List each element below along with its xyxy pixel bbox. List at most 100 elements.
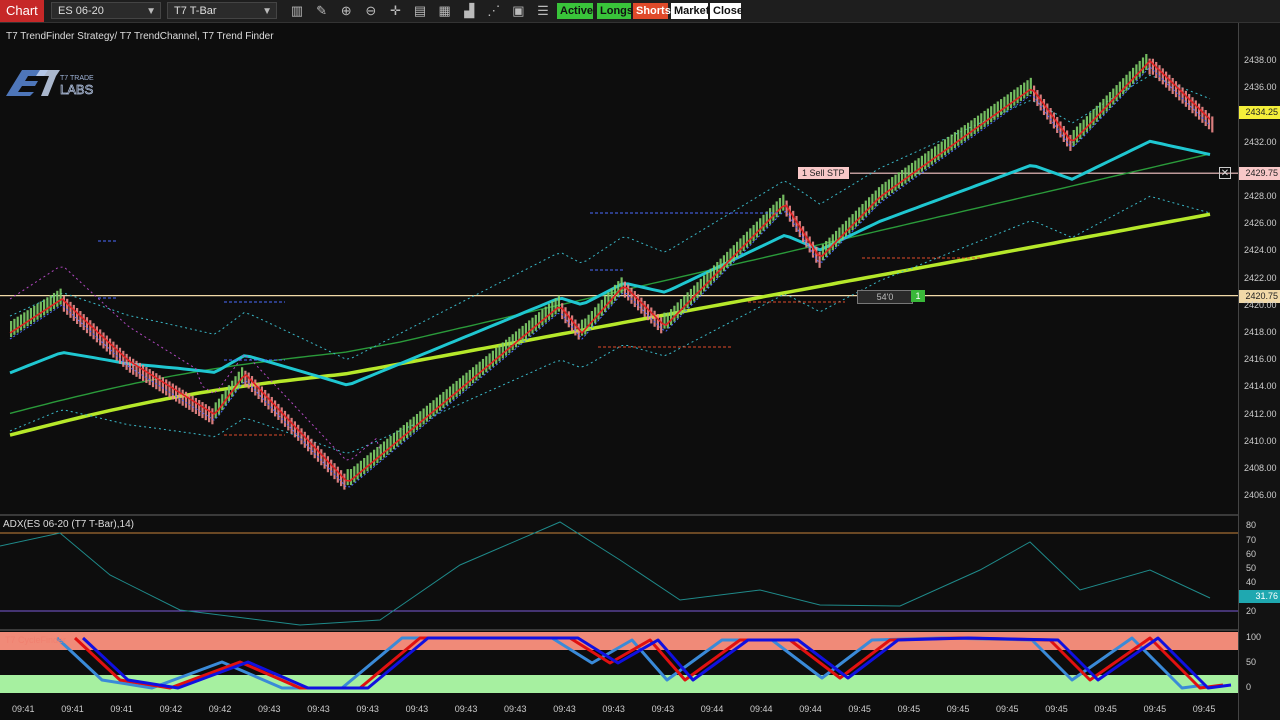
- position-count-badge[interactable]: 1: [911, 290, 925, 302]
- price-bar: [452, 383, 455, 400]
- price-bar: [1112, 88, 1115, 105]
- price-bar: [386, 438, 389, 455]
- price-bar: [59, 288, 62, 305]
- price-bar: [356, 463, 359, 480]
- price-bar: [95, 326, 98, 343]
- mid-ma-line: [9, 153, 1211, 415]
- price-axis-label: 2428.00: [1244, 191, 1277, 201]
- time-axis-label: 09:42: [208, 704, 232, 714]
- adx-axis-label: 20: [1246, 606, 1257, 616]
- market-button[interactable]: Market: [671, 3, 709, 19]
- price-bar: [293, 421, 296, 438]
- crosshair-icon[interactable]: ✛: [387, 3, 403, 19]
- draw-pencil-icon[interactable]: ✎: [314, 3, 330, 19]
- price-bar: [874, 190, 877, 207]
- time-axis-label: 09:41: [61, 704, 84, 714]
- price-bar: [1095, 105, 1098, 122]
- position-quantity[interactable]: 54'0: [857, 290, 913, 304]
- price-bar: [303, 431, 306, 448]
- price-bar: [10, 321, 13, 337]
- price-axis-label: 2412.00: [1244, 408, 1277, 419]
- data-box-icon[interactable]: ▣: [510, 3, 526, 19]
- price-bar: [455, 380, 458, 397]
- longs-button[interactable]: Longs: [597, 3, 633, 19]
- price-bar: [115, 344, 118, 361]
- price-bar: [439, 394, 442, 411]
- price-bar: [346, 469, 349, 486]
- price-bar: [990, 106, 993, 123]
- price-bar: [485, 356, 488, 373]
- price-bar: [1145, 54, 1148, 71]
- price-bar: [1171, 77, 1174, 94]
- price-bar: [353, 466, 356, 483]
- price-bar: [36, 303, 39, 320]
- price-bar: [52, 292, 56, 309]
- price-bar: [1059, 121, 1062, 138]
- price-bar: [211, 408, 214, 425]
- price-bar: [330, 459, 333, 476]
- price-bar: [300, 428, 303, 445]
- price-bar: [468, 369, 471, 386]
- price-bar: [1013, 89, 1016, 106]
- instrument-select[interactable]: ES 06-20 ▼: [51, 2, 161, 19]
- time-axis-label: 09:44: [750, 704, 773, 714]
- price-bar: [854, 210, 857, 227]
- sell-stop-order-label[interactable]: 1 Sell STP: [798, 167, 849, 179]
- zoom-in-icon[interactable]: ⊕: [338, 3, 354, 19]
- indicators-icon[interactable]: ▟: [461, 3, 477, 19]
- price-bar: [1016, 87, 1019, 104]
- active-button[interactable]: Active: [557, 3, 593, 19]
- strategies-icon[interactable]: ⋰: [486, 3, 502, 19]
- price-bar: [778, 198, 782, 215]
- price-bar: [736, 241, 739, 258]
- price-bar: [821, 244, 824, 261]
- price-bar: [633, 291, 636, 308]
- price-bar: [726, 251, 729, 268]
- price-bar: [1138, 60, 1141, 77]
- adx-axis-label: 70: [1246, 535, 1257, 545]
- price-bar: [406, 422, 409, 439]
- price-bar: [188, 393, 191, 410]
- time-axis-label: 09:45: [897, 704, 921, 714]
- price-bar: [924, 153, 927, 170]
- price-bar: [759, 218, 762, 235]
- price-bar: [511, 334, 514, 351]
- bar-style-icon[interactable]: ▥: [289, 3, 305, 19]
- price-bar: [673, 305, 676, 322]
- close-icon[interactable]: ✕: [1219, 167, 1231, 179]
- price-bar: [755, 221, 758, 238]
- price-bar: [1184, 90, 1187, 107]
- price-bar: [373, 449, 376, 466]
- price-bar: [13, 318, 16, 335]
- price-bar: [597, 303, 600, 320]
- chart-tab[interactable]: Chart: [0, 0, 44, 22]
- price-bar: [1072, 129, 1075, 146]
- chart-trader-icon[interactable]: ☰: [535, 3, 551, 19]
- price-bar: [534, 314, 537, 331]
- price-bar: [953, 132, 956, 149]
- price-bar: [1079, 123, 1082, 140]
- price-bar: [316, 445, 320, 462]
- price-bar: [184, 391, 188, 408]
- templates-icon[interactable]: ▦: [437, 3, 453, 19]
- price-bar: [571, 315, 574, 332]
- price-axis-label: 2422.00: [1244, 272, 1277, 283]
- price-bar: [993, 103, 996, 120]
- price-bar: [448, 386, 452, 403]
- price-bar: [831, 234, 834, 251]
- time-axis-label: 09:41: [12, 704, 35, 714]
- price-bar: [1026, 80, 1029, 97]
- price-bar: [1092, 109, 1095, 126]
- properties-icon[interactable]: ▤: [412, 3, 428, 19]
- price-bar: [930, 148, 933, 165]
- price-bar: [409, 419, 412, 436]
- price-bar: [26, 310, 29, 327]
- price-bar: [524, 323, 527, 340]
- price-bar: [554, 298, 557, 315]
- price-chart[interactable]: [0, 23, 1238, 720]
- shorts-button[interactable]: Shorts: [633, 3, 671, 19]
- zoom-out-icon[interactable]: ⊖: [363, 3, 379, 19]
- bar-type-select[interactable]: T7 T-Bar ▼: [167, 2, 277, 19]
- close-button[interactable]: Close: [710, 3, 743, 19]
- price-bar: [145, 367, 148, 384]
